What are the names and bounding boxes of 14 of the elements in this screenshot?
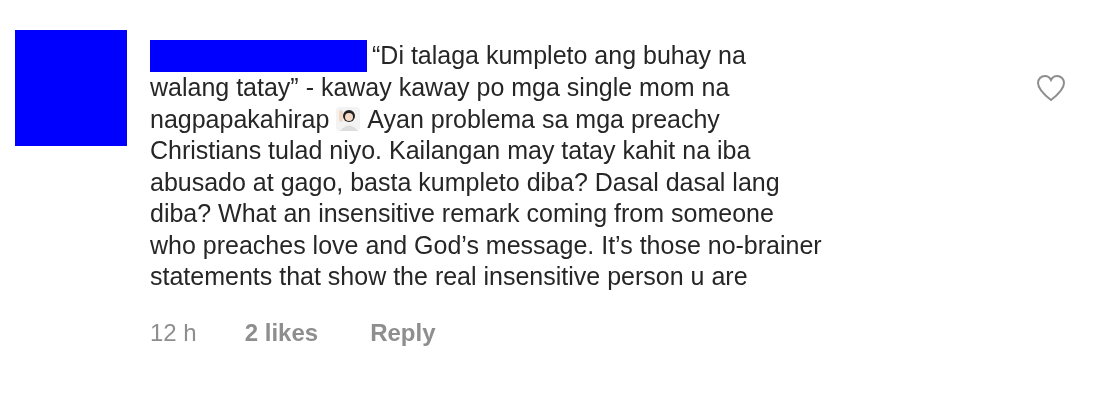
likes-link[interactable]: 2 likes bbox=[244, 314, 319, 351]
comment-text: statements that show the real insensitive person u are bbox=[150, 261, 748, 292]
timestamp: 12 h bbox=[150, 317, 197, 348]
comment-text: abusado at gago, basta kumpleto diba? Dasal dasal lang bbox=[150, 166, 780, 198]
comment-text: “Di talaga kumpleto ang buhay na bbox=[372, 40, 746, 72]
comment-text: nagpapakahirap bbox=[150, 103, 330, 135]
heart-icon[interactable] bbox=[1036, 74, 1066, 102]
comment-text: who preaches love and God’s message. It’s those no-brainer bbox=[150, 229, 822, 261]
comment-text: walang tatay” - kaway kaway po mga single mom na bbox=[150, 72, 730, 103]
reply-button[interactable]: Reply bbox=[370, 314, 436, 351]
comment-text: Ayan problema sa mga preachy bbox=[367, 103, 720, 135]
person-icon bbox=[335, 106, 362, 133]
comment-text: Christians tulad niyo. Kailangan may tatay kahit na iba bbox=[150, 135, 751, 166]
comment-text: diba? What an insensitive remark coming from someone bbox=[150, 198, 774, 229]
